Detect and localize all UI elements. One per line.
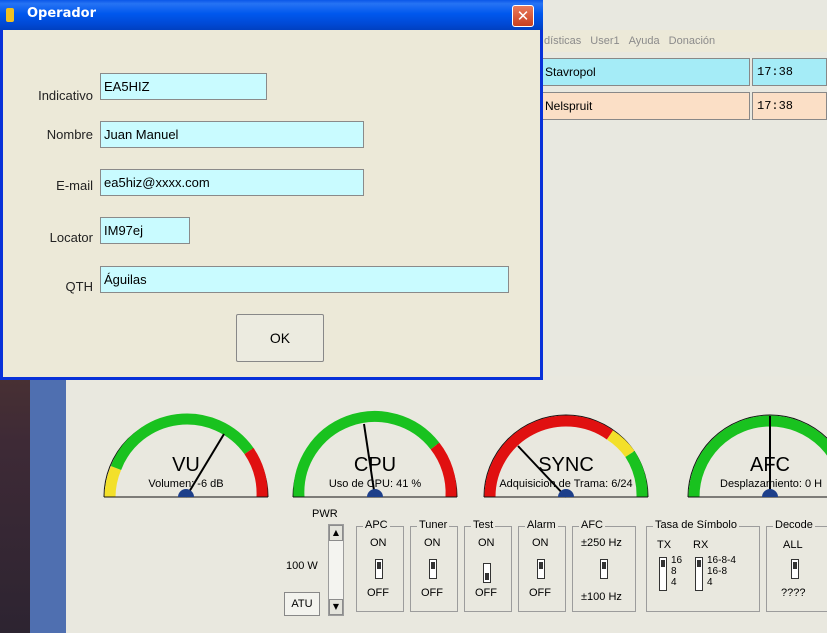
rx-168-label: 16-8 bbox=[707, 566, 728, 577]
pwr-label: PWR bbox=[312, 508, 338, 520]
qth-label: QTH bbox=[65, 279, 93, 294]
tuner-switch[interactable] bbox=[429, 559, 437, 579]
test-switch[interactable] bbox=[483, 563, 491, 583]
alarm-on-label: ON bbox=[532, 537, 549, 549]
alarm-switch[interactable] bbox=[537, 559, 545, 579]
menu-bar: dísticas User1 Ayuda Donación bbox=[540, 30, 827, 52]
list-item[interactable]: Nelspruit 17:38 bbox=[540, 92, 827, 120]
nombre-field[interactable] bbox=[100, 121, 364, 148]
app-icon bbox=[6, 8, 14, 22]
email-label: E-mail bbox=[56, 178, 93, 193]
operador-dialog: Operador ✕ Indicativo Nombre E-mail Loca… bbox=[0, 0, 543, 380]
station-time: 17:38 bbox=[752, 92, 827, 120]
rx-1684-label: 16-8-4 bbox=[707, 555, 736, 566]
side-panel-strip bbox=[30, 376, 66, 633]
vu-gauge: VU Volumen: -6 dB bbox=[96, 394, 276, 504]
station-list: Stavropol 17:38 Nelspruit 17:38 bbox=[540, 58, 827, 126]
power-value: 100 W bbox=[286, 560, 318, 572]
menu-ayuda[interactable]: Ayuda bbox=[629, 35, 660, 47]
tx-8-label: 8 bbox=[671, 566, 677, 577]
station-time: 17:38 bbox=[752, 58, 827, 86]
station-name: Stavropol bbox=[540, 58, 750, 86]
email-field[interactable] bbox=[100, 169, 364, 196]
sync-gauge: SYNC Adquisicion de Trama: 6/24 bbox=[476, 394, 656, 504]
rx-label: RX bbox=[693, 539, 709, 551]
apc-on-label: ON bbox=[370, 537, 387, 549]
alarm-off-label: OFF bbox=[529, 587, 551, 599]
afc-group: AFC ±250 Hz ±100 Hz bbox=[572, 519, 636, 612]
station-name: Nelspruit bbox=[540, 92, 750, 120]
afc-gauge: AFC Desplazamiento: 0 H bbox=[680, 394, 827, 504]
tuner-on-label: ON bbox=[424, 537, 441, 549]
decode-title: Decode bbox=[773, 519, 815, 531]
tuner-group: Tuner ON OFF bbox=[410, 519, 458, 612]
decode-group: Decode ALL ???? bbox=[766, 519, 827, 612]
menu-user1[interactable]: User1 bbox=[590, 35, 619, 47]
alarm-group: Alarm ON OFF bbox=[518, 519, 566, 612]
control-panel: VU Volumen: -6 dB CPU Uso de CPU: 41 % S… bbox=[66, 376, 827, 633]
decode-switch[interactable] bbox=[791, 559, 799, 579]
apc-switch[interactable] bbox=[375, 559, 383, 579]
test-off-label: OFF bbox=[475, 587, 497, 599]
qth-field[interactable] bbox=[100, 266, 509, 293]
indicativo-label: Indicativo bbox=[38, 88, 93, 103]
test-group: Test ON OFF bbox=[464, 519, 512, 612]
dialog-titlebar[interactable]: Operador ✕ bbox=[0, 0, 543, 30]
scroll-down-button[interactable]: ▼ bbox=[329, 599, 343, 615]
tx-label: TX bbox=[657, 539, 672, 551]
cpu-gauge-title: CPU bbox=[353, 454, 397, 476]
test-on-label: ON bbox=[478, 537, 495, 549]
afc-off-label: ±100 Hz bbox=[581, 591, 622, 603]
cpu-gauge-caption: Uso de CPU: 41 % bbox=[328, 478, 422, 490]
list-item[interactable]: Stavropol 17:38 bbox=[540, 58, 827, 86]
dialog-title: Operador bbox=[27, 6, 97, 21]
tx-4-label: 4 bbox=[671, 577, 677, 588]
sync-gauge-caption: Adquisicion de Trama: 6/24 bbox=[499, 478, 633, 490]
menu-donacion[interactable]: Donación bbox=[669, 35, 715, 47]
scroll-up-button[interactable]: ▲ bbox=[329, 525, 343, 541]
cpu-gauge: CPU Uso de CPU: 41 % bbox=[285, 394, 465, 504]
test-title: Test bbox=[471, 519, 496, 531]
rx-switch[interactable] bbox=[695, 557, 703, 591]
sync-gauge-title: SYNC bbox=[538, 454, 594, 476]
decode-on-label: ALL bbox=[783, 539, 803, 551]
indicativo-field[interactable] bbox=[100, 73, 267, 100]
tx-16-label: 16 bbox=[671, 555, 683, 566]
nombre-label: Nombre bbox=[46, 127, 93, 142]
power-scrollbar[interactable]: ▲ ▼ bbox=[328, 524, 344, 616]
locator-field[interactable] bbox=[100, 217, 190, 244]
afc-title: AFC bbox=[579, 519, 605, 531]
simbolo-title: Tasa de Símbolo bbox=[653, 519, 739, 531]
vu-gauge-title: VU bbox=[172, 454, 200, 476]
atu-button[interactable]: ATU bbox=[284, 592, 320, 616]
rx-4-label: 4 bbox=[707, 577, 713, 588]
tuner-title: Tuner bbox=[417, 519, 450, 531]
locator-label: Locator bbox=[49, 230, 93, 245]
afc-switch[interactable] bbox=[600, 559, 608, 579]
afc-gauge-title: AFC bbox=[750, 454, 790, 476]
simbolo-group: Tasa de Símbolo TX RX 16 8 4 16-8-4 16-8… bbox=[646, 519, 760, 612]
apc-title: APC bbox=[363, 519, 390, 531]
ok-button[interactable]: OK bbox=[236, 314, 324, 362]
close-button[interactable]: ✕ bbox=[512, 5, 534, 27]
tuner-off-label: OFF bbox=[421, 587, 443, 599]
apc-group: APC ON OFF bbox=[356, 519, 404, 612]
afc-on-label: ±250 Hz bbox=[581, 537, 622, 549]
apc-off-label: OFF bbox=[367, 587, 389, 599]
decode-off-label: ???? bbox=[781, 587, 806, 599]
menu-estadisticas[interactable]: dísticas bbox=[544, 35, 581, 47]
afc-gauge-caption: Desplazamiento: 0 H bbox=[720, 478, 823, 490]
tx-switch[interactable] bbox=[659, 557, 667, 591]
alarm-title: Alarm bbox=[525, 519, 558, 531]
vu-gauge-caption: Volumen: -6 dB bbox=[148, 478, 224, 490]
